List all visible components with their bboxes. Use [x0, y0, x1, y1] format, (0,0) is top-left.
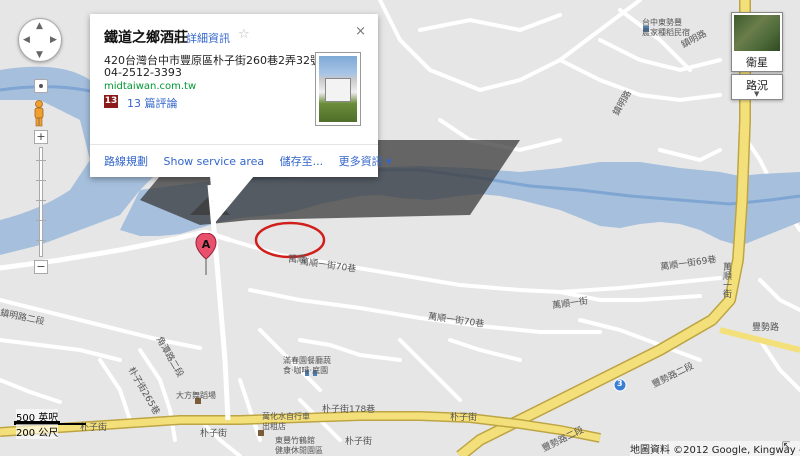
zoom-out-button[interactable]: −	[34, 260, 48, 274]
pan-up-icon[interactable]: ▲	[36, 22, 43, 31]
zoom-tick	[36, 160, 46, 161]
info-window-tail	[210, 176, 254, 224]
label-wanshun-vert: 萬順一街	[721, 262, 731, 298]
zoom-tick	[36, 180, 46, 181]
place-website-link[interactable]: midtaiwan.com.tw	[104, 81, 196, 92]
more-info-link[interactable]: 更多資訊 ▾	[339, 155, 392, 168]
location-marker-icon[interactable]: A	[194, 233, 218, 277]
scale-metric: 200 公尺	[16, 424, 59, 439]
resize-corner-icon[interactable]: ⇱	[782, 441, 790, 452]
star-icon[interactable]: ☆	[238, 27, 250, 42]
zoom-in-button[interactable]: +	[34, 130, 48, 144]
label-bike-rental: 萬化水自行車 出租店	[262, 412, 310, 431]
center-dot-icon	[39, 84, 43, 88]
chevron-down-icon: ▼	[754, 90, 760, 98]
satellite-toggle[interactable]: 衛星	[731, 12, 783, 72]
label-puzi-st-2: 朴子街	[200, 429, 228, 439]
label-puzi-st-4: 朴子街	[450, 413, 478, 423]
label-dance: 大方舞蹈場	[176, 391, 216, 400]
details-link[interactable]: 詳細資訊	[186, 30, 230, 46]
place-phone: 04-2512-3393	[104, 66, 182, 79]
zoom-tick	[36, 220, 46, 221]
pan-right-icon[interactable]: ▶	[50, 36, 57, 45]
review-count-badge: 13	[104, 95, 118, 108]
directions-link[interactable]: 路線規劃	[104, 155, 148, 168]
zoom-tick	[36, 200, 46, 201]
pan-down-icon[interactable]: ▼	[36, 51, 43, 60]
pan-control[interactable]: ▲ ▼ ◀ ▶	[18, 18, 62, 62]
marker-letter: A	[202, 238, 211, 251]
map-copyright: 地圖資料 ©2012 Google, Kingway - ⇱	[630, 441, 800, 456]
satellite-label: 衛星	[746, 56, 768, 69]
info-actions: 路線規劃 Show service area 儲存至... 更多資訊 ▾	[104, 153, 404, 169]
label-restaurant: 滿春園餐廳蔬 食·咖啡·庭園	[283, 356, 331, 375]
label-puzi-st-3: 朴子街	[345, 437, 373, 447]
label-fengshi-road: 豐勢路	[752, 323, 780, 333]
satellite-thumbnail	[734, 15, 780, 51]
traffic-toggle[interactable]: 路況 ▼	[731, 74, 783, 100]
show-service-area-link[interactable]: Show service area	[164, 155, 265, 168]
place-info-window: 鐵道之鄉酒莊 詳細資訊 ☆ × 420台灣台中市豐原區朴子街260巷2弄32號 …	[90, 14, 392, 177]
route-shield-number: 3	[617, 379, 623, 388]
place-photo[interactable]	[315, 52, 361, 126]
label-park: 東豐竹鶴館 健康休閒園區	[275, 436, 323, 455]
label-puzi-st-178: 朴子街178巷	[322, 405, 376, 415]
pan-left-icon[interactable]: ◀	[23, 36, 30, 45]
map-scale: 500 英呎 200 公尺	[12, 409, 142, 439]
place-title: 鐵道之鄉酒莊	[104, 30, 188, 46]
recenter-button[interactable]	[34, 79, 48, 93]
copyright-text: 地圖資料 ©2012 Google, Kingway -	[630, 445, 800, 456]
pegman-icon[interactable]	[31, 100, 47, 128]
label-farm: 台中東勢豐 農家種稻民宿	[642, 18, 690, 37]
zoom-tick	[36, 240, 46, 241]
close-icon[interactable]: ×	[355, 24, 366, 39]
divider	[90, 144, 378, 145]
save-to-link[interactable]: 儲存至...	[280, 155, 324, 168]
reviews-link[interactable]: 13 篇評論	[127, 95, 178, 111]
